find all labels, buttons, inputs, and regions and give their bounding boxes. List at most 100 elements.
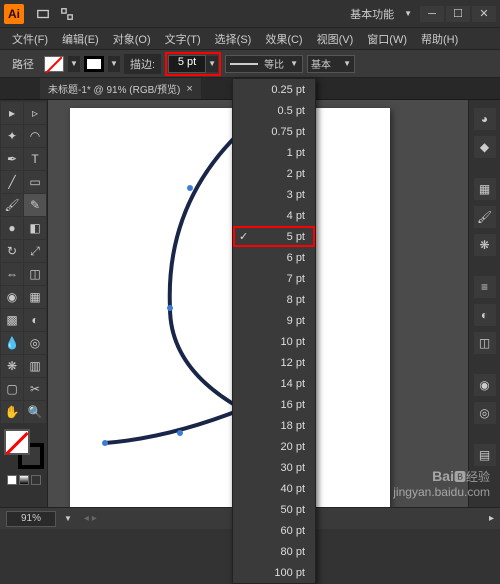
transparency-panel-icon[interactable]: ◫ — [474, 332, 496, 354]
stroke-option[interactable]: 10 pt — [233, 331, 315, 352]
gradient-tool[interactable]: ◐ — [24, 309, 46, 331]
fill-color-box[interactable] — [4, 429, 30, 455]
status-dropdown-icon[interactable]: ▸ — [489, 513, 494, 524]
variable-width-profile[interactable]: 等比 ▼ — [225, 55, 303, 73]
stroke-option[interactable]: 4 pt — [233, 205, 315, 226]
scale-tool[interactable]: ⤢ — [24, 240, 46, 262]
stroke-option[interactable]: 0.25 pt — [233, 79, 315, 100]
stroke-option[interactable]: 0.5 pt — [233, 100, 315, 121]
stroke-swatch[interactable] — [84, 56, 104, 72]
layers-panel-icon[interactable]: ▤ — [474, 444, 496, 466]
document-tab[interactable]: 未标题-1* @ 91% (RGB/预览) × — [40, 78, 201, 99]
rotate-tool[interactable]: ↻ — [1, 240, 23, 262]
curve-path-2[interactable] — [105, 408, 245, 443]
color-guide-panel-icon[interactable]: ◆ — [474, 136, 496, 158]
shape-builder-tool[interactable]: ◉ — [1, 286, 23, 308]
color-mode-normal[interactable] — [7, 475, 17, 485]
stroke-option[interactable]: 40 pt — [233, 478, 315, 499]
fill-swatch[interactable] — [44, 56, 64, 72]
stroke-option[interactable]: 8 pt — [233, 289, 315, 310]
maximize-button[interactable]: ☐ — [446, 6, 470, 22]
stroke-weight-dropdown-icon[interactable]: ▼ — [206, 56, 218, 72]
color-panel-icon[interactable]: ◕ — [474, 108, 496, 130]
stroke-weight-highlight: 5 pt ▼ — [165, 52, 221, 76]
stroke-label-button[interactable]: 描边: — [124, 54, 161, 74]
stroke-option[interactable]: 100 pt — [233, 562, 315, 583]
stroke-option[interactable]: 7 pt — [233, 268, 315, 289]
stroke-option[interactable]: 16 pt — [233, 394, 315, 415]
stroke-option[interactable]: 30 pt — [233, 457, 315, 478]
menu-edit[interactable]: 编辑(E) — [56, 29, 105, 49]
perspective-grid-tool[interactable]: ▦ — [24, 286, 46, 308]
menu-type[interactable]: 文字(T) — [159, 29, 207, 49]
menu-view[interactable]: 视图(V) — [311, 29, 360, 49]
stroke-option[interactable]: 6 pt — [233, 247, 315, 268]
color-mode-none[interactable] — [31, 475, 41, 485]
fill-dropdown-icon[interactable]: ▼ — [68, 56, 80, 72]
hand-tool[interactable]: ✋ — [1, 401, 23, 423]
stroke-option[interactable]: 9 pt — [233, 310, 315, 331]
blob-brush-tool[interactable]: ● — [1, 217, 23, 239]
stroke-option[interactable]: 2 pt — [233, 163, 315, 184]
rectangle-tool[interactable]: ▭ — [24, 171, 46, 193]
fill-stroke-indicator[interactable] — [4, 429, 44, 469]
swatches-panel-icon[interactable]: ▦ — [474, 178, 496, 200]
column-graph-tool[interactable]: ▥ — [24, 355, 46, 377]
slice-tool[interactable]: ✂ — [24, 378, 46, 400]
stroke-option[interactable]: 3 pt — [233, 184, 315, 205]
eraser-tool[interactable]: ◧ — [24, 217, 46, 239]
magic-wand-tool[interactable]: ✦ — [1, 125, 23, 147]
stroke-option[interactable]: 12 pt — [233, 352, 315, 373]
menu-help[interactable]: 帮助(H) — [415, 29, 464, 49]
stroke-weight-input[interactable]: 5 pt — [168, 55, 206, 73]
type-tool[interactable]: T — [24, 148, 46, 170]
zoom-dropdown-icon[interactable]: ▼ — [64, 514, 72, 523]
pen-tool[interactable]: ✒ — [1, 148, 23, 170]
free-transform-tool[interactable]: ◫ — [24, 263, 46, 285]
minimize-button[interactable]: ─ — [420, 6, 444, 22]
graphic-styles-panel-icon[interactable]: ◎ — [474, 402, 496, 424]
gradient-panel-icon[interactable]: ◐ — [474, 304, 496, 326]
stroke-option[interactable]: 60 pt — [233, 520, 315, 541]
lasso-tool[interactable]: ◠ — [24, 125, 46, 147]
brush-definition[interactable]: 基本 ▼ — [307, 55, 355, 73]
menu-select[interactable]: 选择(S) — [209, 29, 258, 49]
stroke-option[interactable]: 14 pt — [233, 373, 315, 394]
bridge-icon[interactable] — [36, 7, 50, 21]
menu-object[interactable]: 对象(O) — [107, 29, 157, 49]
menu-effect[interactable]: 效果(C) — [259, 29, 308, 49]
paintbrush-tool[interactable]: 🖌 — [1, 194, 23, 216]
stroke-option[interactable]: 80 pt — [233, 541, 315, 562]
close-button[interactable]: ✕ — [472, 6, 496, 22]
pencil-tool[interactable]: ✎ — [24, 194, 46, 216]
chevron-down-icon[interactable]: ▼ — [404, 9, 412, 18]
direct-selection-tool[interactable]: ▹ — [24, 102, 46, 124]
stroke-option[interactable]: 20 pt — [233, 436, 315, 457]
symbol-sprayer-tool[interactable]: ❋ — [1, 355, 23, 377]
blend-tool[interactable]: ◎ — [24, 332, 46, 354]
artboard-tool[interactable]: ▢ — [1, 378, 23, 400]
stroke-panel-icon[interactable]: ≡ — [474, 276, 496, 298]
stroke-option[interactable]: 5 pt — [233, 226, 315, 247]
menu-file[interactable]: 文件(F) — [6, 29, 54, 49]
width-tool[interactable]: ⇔ — [1, 263, 23, 285]
stroke-option[interactable]: 1 pt — [233, 142, 315, 163]
appearance-panel-icon[interactable]: ◉ — [474, 374, 496, 396]
symbols-panel-icon[interactable]: ❋ — [474, 234, 496, 256]
line-tool[interactable]: ╱ — [1, 171, 23, 193]
arrange-icon[interactable] — [60, 7, 74, 21]
zoom-level[interactable]: 91% — [6, 511, 56, 527]
stroke-option[interactable]: 50 pt — [233, 499, 315, 520]
close-tab-icon[interactable]: × — [186, 83, 192, 95]
selection-tool[interactable]: ▸ — [1, 102, 23, 124]
color-mode-gradient[interactable] — [19, 475, 29, 485]
menu-window[interactable]: 窗口(W) — [361, 29, 413, 49]
stroke-option[interactable]: 18 pt — [233, 415, 315, 436]
workspace-switcher[interactable]: 基本功能 — [342, 4, 402, 24]
mesh-tool[interactable]: ▩ — [1, 309, 23, 331]
eyedropper-tool[interactable]: 💧 — [1, 332, 23, 354]
brushes-panel-icon[interactable]: 🖌 — [474, 206, 496, 228]
stroke-color-dropdown-icon[interactable]: ▼ — [108, 56, 120, 72]
stroke-option[interactable]: 0.75 pt — [233, 121, 315, 142]
zoom-tool[interactable]: 🔍 — [24, 401, 46, 423]
